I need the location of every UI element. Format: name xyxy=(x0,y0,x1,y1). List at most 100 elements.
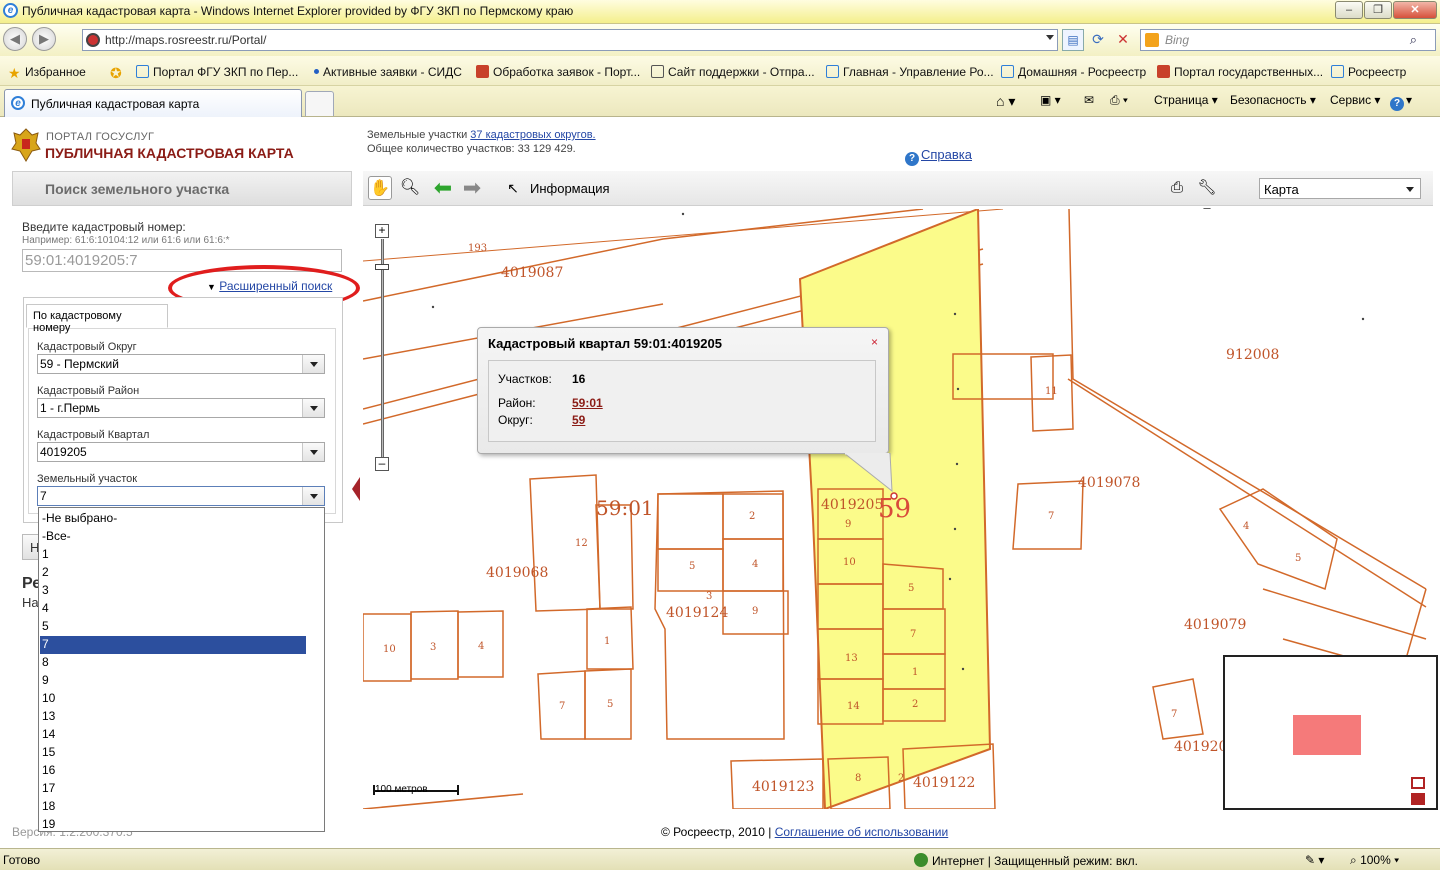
overview-extent[interactable] xyxy=(1293,715,1361,755)
overview-map[interactable] xyxy=(1223,655,1438,810)
fav-item[interactable]: Главная - Управление Ро... xyxy=(826,65,994,79)
parcel-option[interactable]: 4 xyxy=(40,600,306,618)
collapse-panel-icon[interactable] xyxy=(352,477,360,501)
parcel-option[interactable]: 2 xyxy=(40,564,306,582)
zone-indicator[interactable]: Интернет | Защищенный режим: вкл. xyxy=(914,853,1138,868)
forward-button[interactable]: ▶ xyxy=(32,27,56,51)
parcel-option[interactable]: 14 xyxy=(40,726,306,744)
zoom-in-button[interactable]: + xyxy=(375,224,389,238)
new-tab-button[interactable] xyxy=(305,91,334,116)
popup-close-button[interactable]: × xyxy=(871,335,878,349)
region-select[interactable]: 1 - г.Пермь xyxy=(37,398,325,418)
info-cursor-icon[interactable]: ↖ xyxy=(501,176,525,200)
page-menu[interactable]: Страница ▾ xyxy=(1154,93,1218,107)
parcel-option[interactable]: 7 xyxy=(40,636,306,654)
parcel-select[interactable]: 7 xyxy=(37,486,325,506)
safety-menu[interactable]: Безопасность ▾ xyxy=(1230,93,1316,107)
tools-icon[interactable]: 🔧︎▾ xyxy=(1195,176,1219,220)
parcel-option[interactable]: -Все- xyxy=(40,528,306,546)
feeds-icon[interactable]: ▣ ▾ xyxy=(1040,93,1061,107)
zoom-label: 100% xyxy=(1360,853,1391,867)
add-favorite-icon[interactable]: ✪ xyxy=(110,65,127,80)
address-dropdown-icon[interactable] xyxy=(1046,35,1054,40)
parcel-option[interactable]: 16 xyxy=(40,762,306,780)
terms-link[interactable]: Соглашение об использовании xyxy=(775,825,949,839)
parcel-options-list[interactable]: -Не выбрано- -Все- 1 2 3 4 5 7 8 9 10 13 14 15 16 17 18 1… xyxy=(38,507,325,832)
zoom-out-button[interactable]: – xyxy=(375,457,389,471)
popup-okrug-link[interactable]: 59 xyxy=(572,413,585,427)
chevron-down-icon[interactable] xyxy=(302,487,324,505)
stats-total: Общее количество участков: 33 129 429. xyxy=(367,143,576,155)
parcel-option[interactable]: 10 xyxy=(40,690,306,708)
star-icon: ★ xyxy=(8,65,21,81)
map-label: 4 xyxy=(1243,521,1249,532)
maximize-button[interactable]: ❐ xyxy=(1364,1,1392,19)
parcel-option[interactable]: 18 xyxy=(40,798,306,816)
fav-item[interactable]: Портал ФГУ ЗКП по Пер... xyxy=(136,65,298,79)
service-menu[interactable]: Сервис ▾ xyxy=(1330,93,1380,107)
close-window-button[interactable]: ✕ xyxy=(1393,1,1437,19)
home-icon[interactable]: ⌂ ▾ xyxy=(996,93,1015,110)
fav-item[interactable]: Портал государственных... xyxy=(1157,65,1323,79)
search-input[interactable]: Bing ⌕ xyxy=(1140,29,1436,51)
minimize-button[interactable]: – xyxy=(1335,1,1363,19)
map-label: 13 xyxy=(845,653,858,664)
parcel-option[interactable]: 15 xyxy=(40,744,306,762)
field-label: Кадастровый Район xyxy=(37,385,140,397)
parcel-option[interactable]: 1 xyxy=(40,546,306,564)
chevron-down-icon[interactable] xyxy=(302,399,324,417)
compat-view-icon[interactable]: ▤ xyxy=(1062,29,1084,51)
map-label: 4019122 xyxy=(913,775,975,791)
map-label: 3 xyxy=(430,642,436,653)
fav-item[interactable]: Домашняя - Росреестр xyxy=(1001,65,1146,79)
zoom-level[interactable]: ⌕ 100% ▾ xyxy=(1350,853,1399,868)
map-label: 4019087 xyxy=(501,265,563,281)
mail-icon[interactable]: ✉ xyxy=(1084,93,1094,107)
pan-hand-icon[interactable]: ✋ xyxy=(368,176,392,200)
cad-number-prompt: Введите кадастровый номер: xyxy=(22,220,186,234)
chevron-down-icon[interactable] xyxy=(302,443,324,461)
parcel-option[interactable]: -Не выбрано- xyxy=(40,510,306,528)
zoom-slider-handle[interactable] xyxy=(375,264,389,270)
parcel-option[interactable]: 13 xyxy=(40,708,306,726)
parcel-option[interactable]: 3 xyxy=(40,582,306,600)
chevron-down-icon[interactable] xyxy=(302,355,324,373)
info-tool-label[interactable]: Информация xyxy=(530,181,610,196)
print-icon[interactable]: ⎙ ▾ xyxy=(1110,93,1128,108)
protected-mode-icon[interactable]: ✎ ▾ xyxy=(1305,853,1324,867)
districts-link[interactable]: 37 кадастровых округов. xyxy=(470,129,595,141)
fav-item[interactable]: Сайт поддержки - Отпра... xyxy=(651,65,815,79)
address-bar[interactable]: http://maps.rosreestr.ru/Portal/ xyxy=(82,29,1058,51)
zoom-slider-track[interactable] xyxy=(381,239,384,457)
parcel-option[interactable]: 17 xyxy=(40,780,306,798)
district-select[interactable]: 59 - Пермский xyxy=(37,354,325,374)
map-layer-select[interactable]: Карта xyxy=(1259,178,1421,199)
page-title: ПУБЛИЧНАЯ КАДАСТРОВАЯ КАРТА xyxy=(45,145,294,161)
back-arrow-icon[interactable]: ⬅ xyxy=(431,176,455,200)
zoom-icon[interactable]: 🔍︎ xyxy=(398,176,422,200)
forward-arrow-icon[interactable]: ➡ xyxy=(460,176,484,200)
favorites-button[interactable]: ★ Избранное xyxy=(8,65,86,80)
help-menu-icon[interactable]: ? ▾ xyxy=(1390,93,1412,111)
help-link[interactable]: ? Справка xyxy=(905,147,972,166)
map-toolbar: ✋ 🔍︎ ⬅ ➡ ↖ Информация ⎙ 🔧︎▾ Карта xyxy=(363,171,1433,220)
refresh-icon[interactable]: ⟳ xyxy=(1087,29,1109,51)
fav-label: Портал государственных... xyxy=(1174,65,1324,79)
tab-by-cad-number[interactable]: По кадастровому номеру xyxy=(26,304,168,334)
back-button[interactable]: ◀ xyxy=(3,27,27,51)
overview-toggle-icon[interactable] xyxy=(1411,777,1425,789)
stop-icon[interactable]: ✕ xyxy=(1112,29,1134,51)
parcel-option[interactable]: 5 xyxy=(40,618,306,636)
fav-item[interactable]: Росреестр xyxy=(1331,65,1406,79)
search-icon[interactable]: ⌕ xyxy=(1410,32,1417,48)
overview-resize-icon[interactable] xyxy=(1411,793,1425,805)
parcel-option[interactable]: 8 xyxy=(40,654,306,672)
tab-cadastral-map[interactable]: e Публичная кадастровая карта xyxy=(4,89,302,117)
fav-item[interactable]: Обработка заявок - Порт... xyxy=(476,65,640,79)
parcel-option[interactable]: 19 xyxy=(40,816,306,834)
popup-district-link[interactable]: 59:01 xyxy=(572,396,603,410)
print-icon[interactable]: ⎙ xyxy=(1165,176,1189,200)
parcel-option[interactable]: 9 xyxy=(40,672,306,690)
fav-item[interactable]: Активные заявки - СИДС xyxy=(314,65,462,79)
quarter-select[interactable]: 4019205 xyxy=(37,442,325,462)
